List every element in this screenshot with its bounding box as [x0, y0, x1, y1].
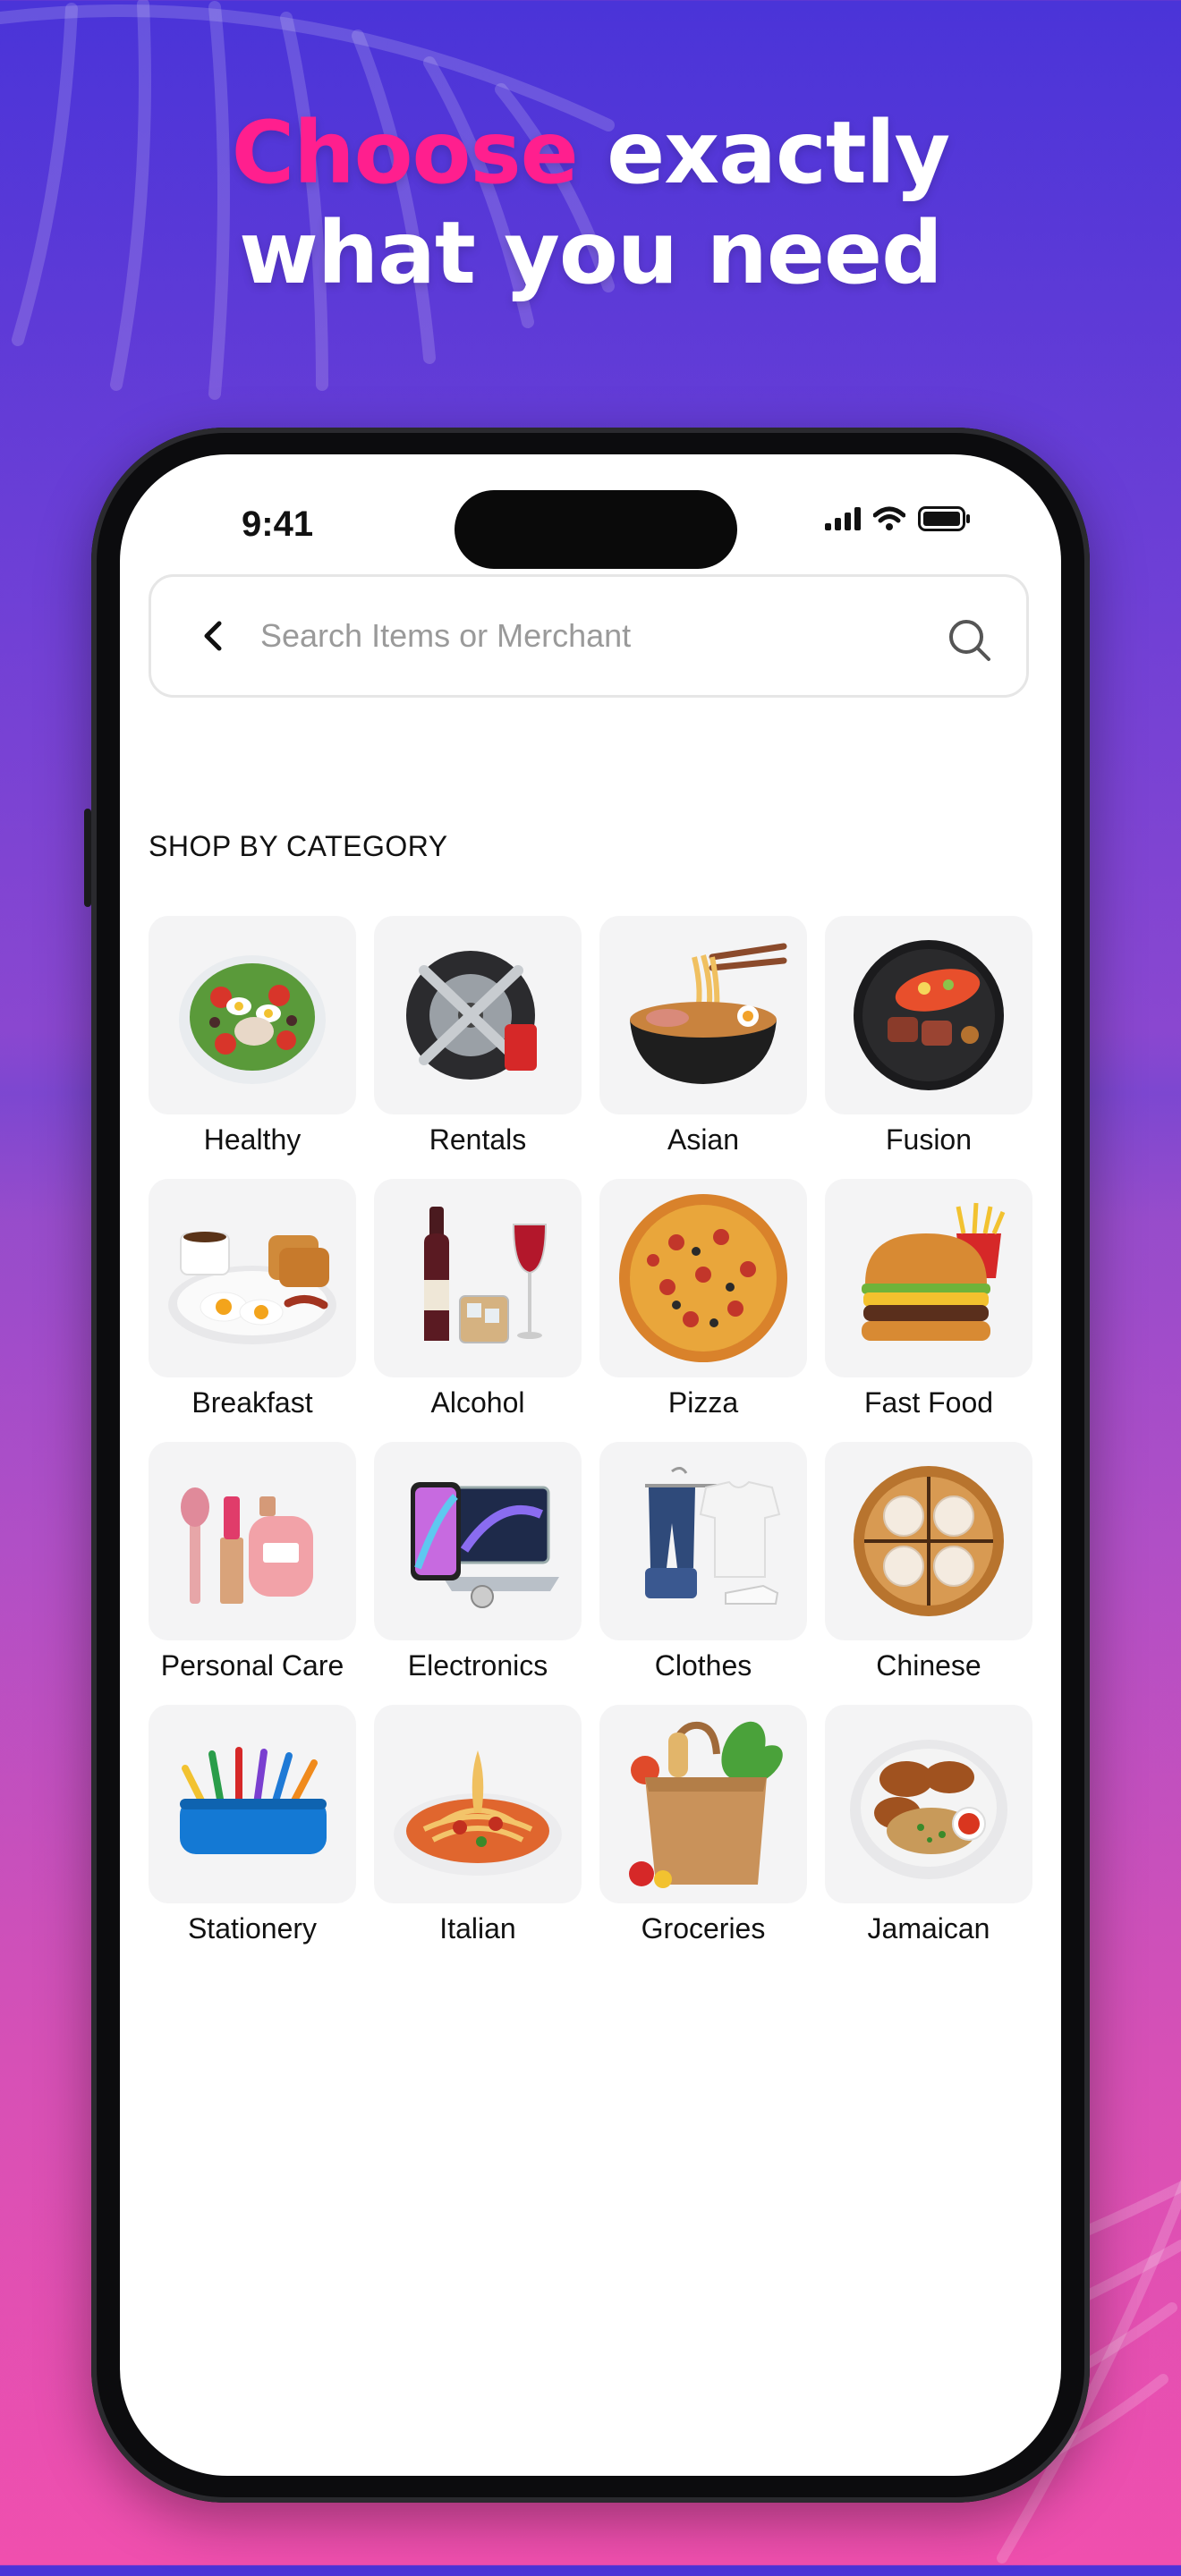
category-label: Asian — [667, 1123, 740, 1156]
status-time: 9:41 — [242, 504, 314, 544]
category-electronics[interactable]: Electronics — [374, 1442, 582, 1705]
category-fast-food[interactable]: Fast Food — [825, 1179, 1032, 1442]
category-tile — [599, 1442, 807, 1640]
pizza-icon — [619, 1194, 787, 1362]
battery-icon — [918, 506, 970, 531]
grocery-bag-icon — [629, 1721, 783, 1888]
category-breakfast[interactable]: Breakfast — [149, 1179, 356, 1442]
category-italian[interactable]: Italian — [374, 1705, 582, 1968]
burger-icon — [862, 1202, 1006, 1341]
category-tile — [599, 1705, 807, 1903]
category-label: Rentals — [429, 1123, 527, 1156]
category-tile — [599, 1179, 807, 1377]
category-label: Chinese — [876, 1649, 981, 1682]
category-grid: Healthy Rentals Asian Fusion Breakfast A… — [149, 916, 1034, 1968]
category-chinese[interactable]: Chinese — [825, 1442, 1032, 1705]
category-label: Personal Care — [160, 1649, 344, 1682]
category-label: Clothes — [654, 1649, 752, 1682]
category-tile — [374, 1442, 582, 1640]
section-title: SHOP BY CATEGORY — [149, 830, 448, 862]
breakfast-icon — [168, 1232, 336, 1344]
back-chevron-icon[interactable] — [200, 618, 225, 654]
tire-tools-icon — [406, 951, 537, 1080]
category-asian[interactable]: Asian — [599, 916, 807, 1179]
category-label: Groceries — [641, 1912, 766, 1945]
category-tile — [374, 1705, 582, 1903]
category-label: Fusion — [885, 1123, 973, 1156]
category-tile — [825, 1179, 1032, 1377]
fusion-plate-icon — [854, 940, 1004, 1090]
ramen-icon — [630, 943, 787, 1084]
category-label: Italian — [439, 1912, 516, 1945]
category-pizza[interactable]: Pizza — [599, 1179, 807, 1442]
wine-icon — [424, 1207, 548, 1343]
category-clothes[interactable]: Clothes — [599, 1442, 807, 1705]
cosmetics-icon — [181, 1487, 313, 1604]
category-groceries[interactable]: Groceries — [599, 1705, 807, 1968]
category-label: Stationery — [187, 1912, 318, 1945]
headline-rest: exactly — [577, 103, 950, 203]
salad-icon — [179, 955, 326, 1084]
category-tile — [825, 916, 1032, 1114]
category-healthy[interactable]: Healthy — [149, 916, 356, 1179]
headline: Choose exactly what you need — [0, 103, 1181, 303]
category-label: Electronics — [407, 1649, 548, 1682]
dynamic-island — [455, 490, 737, 569]
category-alcohol[interactable]: Alcohol — [374, 1179, 582, 1442]
category-fusion[interactable]: Fusion — [825, 916, 1032, 1179]
category-jamaican[interactable]: Jamaican — [825, 1705, 1032, 1968]
status-icons — [825, 506, 972, 531]
phone-frame: 9:41 Search Items or Merchant SHOP BY CA… — [84, 428, 1090, 2503]
headline-accent: Choose — [231, 103, 579, 203]
wifi-icon — [873, 506, 905, 530]
category-rentals[interactable]: Rentals — [374, 916, 582, 1179]
category-label: Healthy — [203, 1123, 302, 1156]
devices-icon — [411, 1482, 559, 1608]
category-tile — [374, 916, 582, 1114]
category-tile — [149, 1442, 356, 1640]
category-tile — [149, 1705, 356, 1903]
category-tile — [825, 1705, 1032, 1903]
category-tile — [149, 916, 356, 1114]
category-label: Alcohol — [430, 1386, 525, 1419]
search-bar — [149, 574, 1029, 698]
search-icon[interactable] — [947, 618, 992, 663]
category-tile — [825, 1442, 1032, 1640]
category-stationery[interactable]: Stationery — [149, 1705, 356, 1968]
category-label: Fast Food — [863, 1386, 994, 1419]
phone-screen: 9:41 Search Items or Merchant SHOP BY CA… — [120, 454, 1061, 2476]
pencil-case-icon — [180, 1747, 327, 1854]
side-button — [84, 809, 91, 907]
category-tile — [374, 1179, 582, 1377]
category-tile — [599, 916, 807, 1114]
spaghetti-icon — [394, 1750, 562, 1876]
jerk-chicken-icon — [850, 1740, 1007, 1879]
category-tile — [149, 1179, 356, 1377]
headline-line2: what you need — [239, 203, 943, 303]
dumplings-icon — [854, 1466, 1004, 1616]
signal-icon — [825, 507, 861, 530]
clothes-icon — [645, 1467, 781, 1605]
category-label: Pizza — [667, 1386, 739, 1419]
category-label: Jamaican — [867, 1912, 990, 1945]
search-input[interactable] — [259, 604, 924, 668]
category-personal-care[interactable]: Personal Care — [149, 1442, 356, 1705]
category-label: Breakfast — [191, 1386, 313, 1419]
